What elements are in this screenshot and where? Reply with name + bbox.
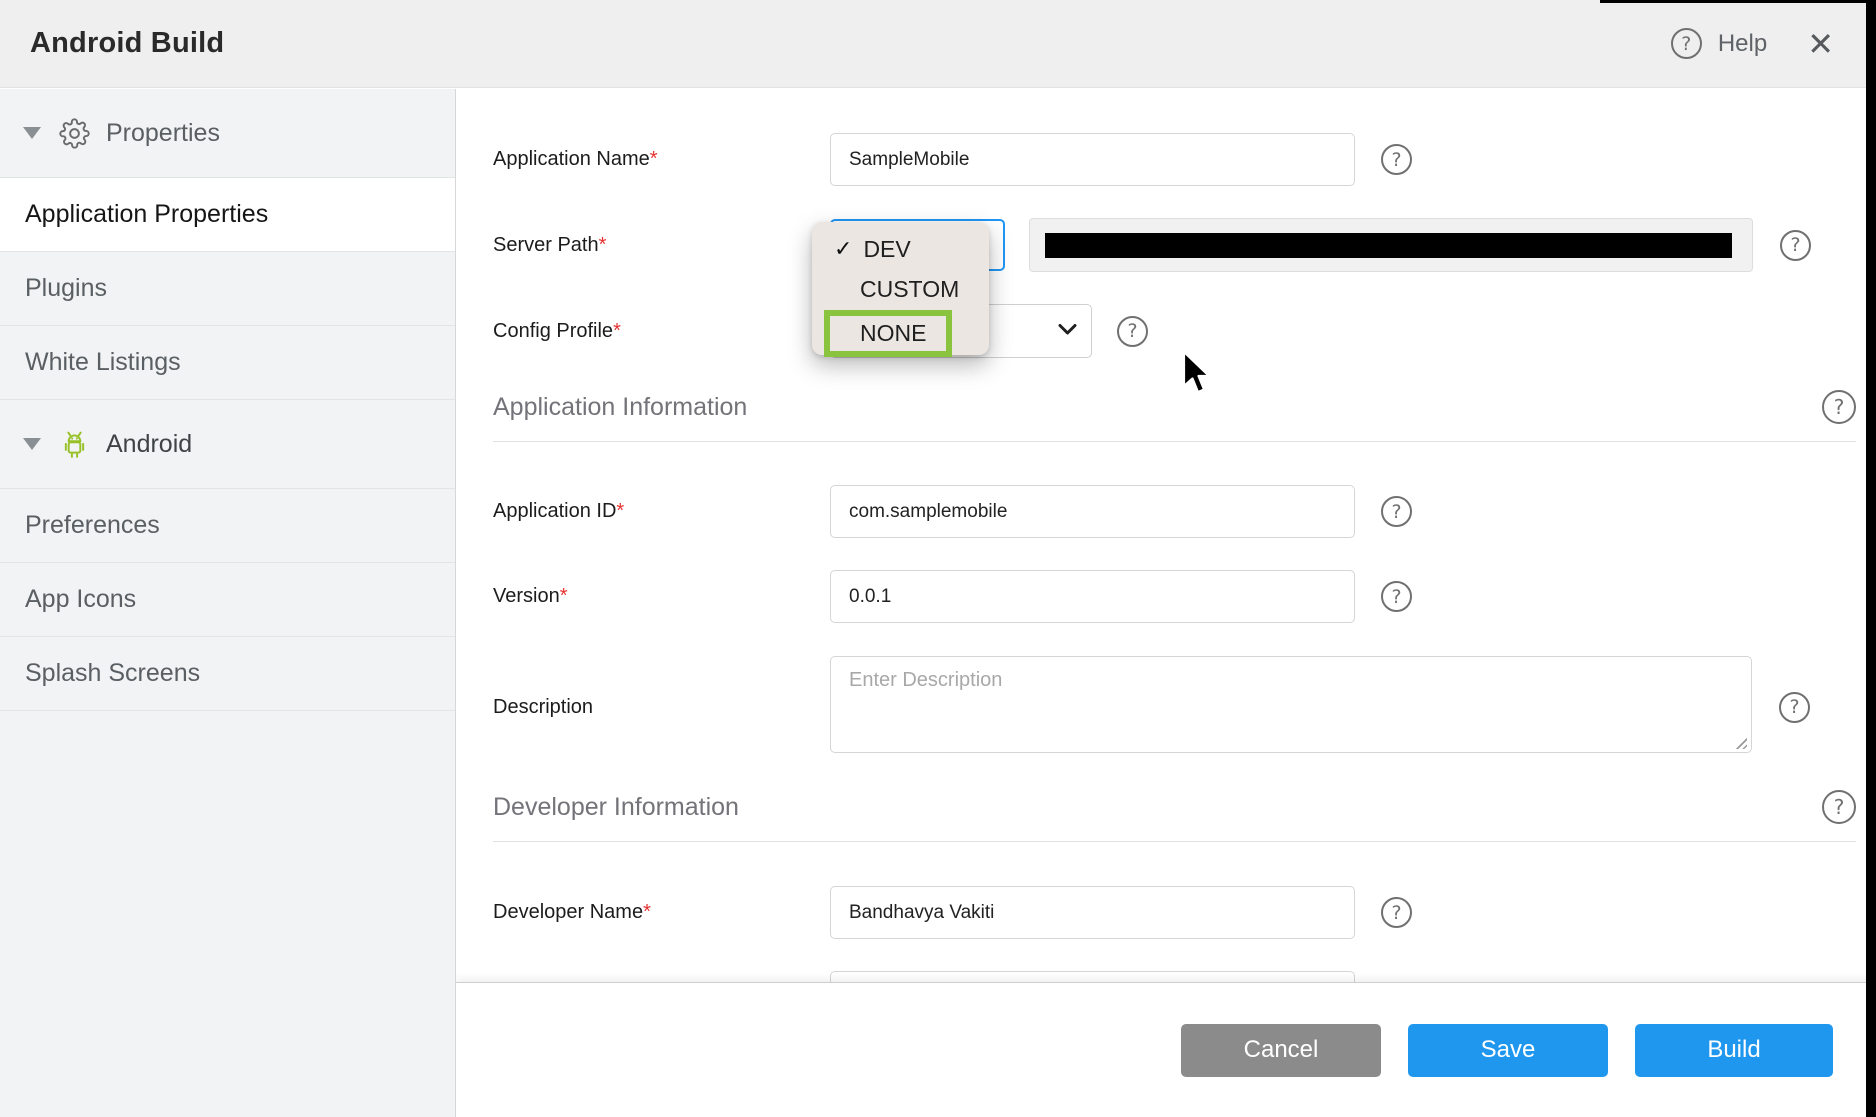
sidebar-item-plugins[interactable]: Plugins (0, 252, 455, 326)
chevron-expanded-icon (23, 438, 41, 450)
developer-information-help-icon[interactable]: ? (1822, 790, 1856, 824)
sidebar-item-application-properties[interactable]: Application Properties (0, 178, 455, 252)
description-label: Description (493, 696, 830, 719)
developer-url-input[interactable] (830, 971, 1355, 982)
required-asterisk: * (599, 234, 607, 256)
sidebar-group-properties[interactable]: Properties (0, 89, 455, 178)
server-path-label: Server Path* (493, 234, 830, 257)
sidebar-group-android[interactable]: Android (0, 400, 455, 489)
help-button[interactable]: ? Help (1671, 28, 1767, 59)
server-path-dropdown-menu: ✓ DEV CUSTOM NONE (812, 222, 989, 355)
screen-edge-artifact (1866, 0, 1876, 1117)
application-properties-form: Application Name* ? Server Path* ? (456, 89, 1876, 982)
dialog-title: Android Build (30, 27, 224, 60)
chevron-expanded-icon (23, 127, 41, 139)
menu-option-label: NONE (860, 320, 926, 347)
required-asterisk: * (650, 148, 658, 170)
application-id-help-icon[interactable]: ? (1381, 496, 1412, 527)
sidebar-item-label: Plugins (25, 274, 107, 303)
sidebar-item-app-icons[interactable]: App Icons (0, 563, 455, 637)
menu-option-label: CUSTOM (860, 276, 959, 303)
section-application-information: Application Information ? (493, 390, 1856, 442)
sidebar: Properties Application Properties Plugin… (0, 89, 456, 1117)
sidebar-item-label: White Listings (25, 348, 181, 377)
sidebar-item-white-listings[interactable]: White Listings (0, 326, 455, 400)
menu-option-custom[interactable]: CUSTOM (812, 269, 989, 309)
version-input[interactable] (830, 570, 1355, 623)
sidebar-group-android-label: Android (106, 430, 192, 459)
sidebar-item-label: Application Properties (25, 200, 268, 229)
mouse-cursor (1181, 350, 1213, 401)
application-information-help-icon[interactable]: ? (1822, 390, 1856, 424)
config-profile-help-icon[interactable]: ? (1117, 316, 1148, 347)
menu-option-dev[interactable]: ✓ DEV (812, 229, 989, 269)
config-profile-label: Config Profile* (493, 320, 830, 343)
application-name-input[interactable] (830, 133, 1355, 186)
developer-name-help-icon[interactable]: ? (1381, 897, 1412, 928)
gear-icon (59, 118, 90, 149)
chevron-down-icon (1058, 322, 1077, 340)
description-textarea[interactable] (830, 656, 1752, 753)
version-label: Version* (493, 585, 830, 608)
help-question-icon[interactable]: ? (1671, 28, 1702, 59)
sidebar-group-properties-label: Properties (106, 119, 220, 148)
menu-option-none-highlighted[interactable]: NONE (824, 310, 952, 357)
required-asterisk: * (643, 901, 651, 923)
server-path-value-field[interactable] (1029, 218, 1753, 272)
help-label[interactable]: Help (1718, 30, 1767, 58)
sidebar-item-splash-screens[interactable]: Splash Screens (0, 637, 455, 711)
build-button[interactable]: Build (1635, 1024, 1833, 1077)
sidebar-item-preferences[interactable]: Preferences (0, 489, 455, 563)
application-id-input[interactable] (830, 485, 1355, 538)
cancel-button[interactable]: Cancel (1181, 1024, 1381, 1077)
developer-name-input[interactable] (830, 886, 1355, 939)
server-path-help-icon[interactable]: ? (1780, 230, 1811, 261)
application-name-help-icon[interactable]: ? (1381, 144, 1412, 175)
application-name-label: Application Name* (493, 148, 830, 171)
version-help-icon[interactable]: ? (1381, 581, 1412, 612)
dialog-footer: Cancel Save Build (456, 982, 1876, 1117)
dialog-header: Android Build ? Help ✕ (0, 0, 1876, 88)
android-robot-icon (59, 429, 90, 460)
required-asterisk: * (613, 320, 621, 342)
close-icon[interactable]: ✕ (1807, 28, 1834, 60)
section-developer-information: Developer Information ? (493, 790, 1856, 842)
section-title: Developer Information (493, 793, 739, 822)
checkmark-icon: ✓ (834, 237, 852, 262)
main-content: Application Name* ? Server Path* ? (456, 89, 1876, 1117)
required-asterisk: * (560, 585, 568, 607)
description-help-icon[interactable]: ? (1779, 692, 1810, 723)
section-title: Application Information (493, 393, 747, 422)
save-button[interactable]: Save (1408, 1024, 1608, 1077)
sidebar-item-label: Splash Screens (25, 659, 200, 688)
redaction-bar (1045, 233, 1732, 258)
menu-option-label: DEV (863, 236, 910, 263)
application-id-label: Application ID* (493, 500, 830, 523)
sidebar-item-label: App Icons (25, 585, 136, 614)
screen-edge-artifact (1600, 0, 1876, 3)
required-asterisk: * (616, 500, 624, 522)
developer-name-label: Developer Name* (493, 901, 830, 924)
sidebar-item-label: Preferences (25, 511, 160, 540)
